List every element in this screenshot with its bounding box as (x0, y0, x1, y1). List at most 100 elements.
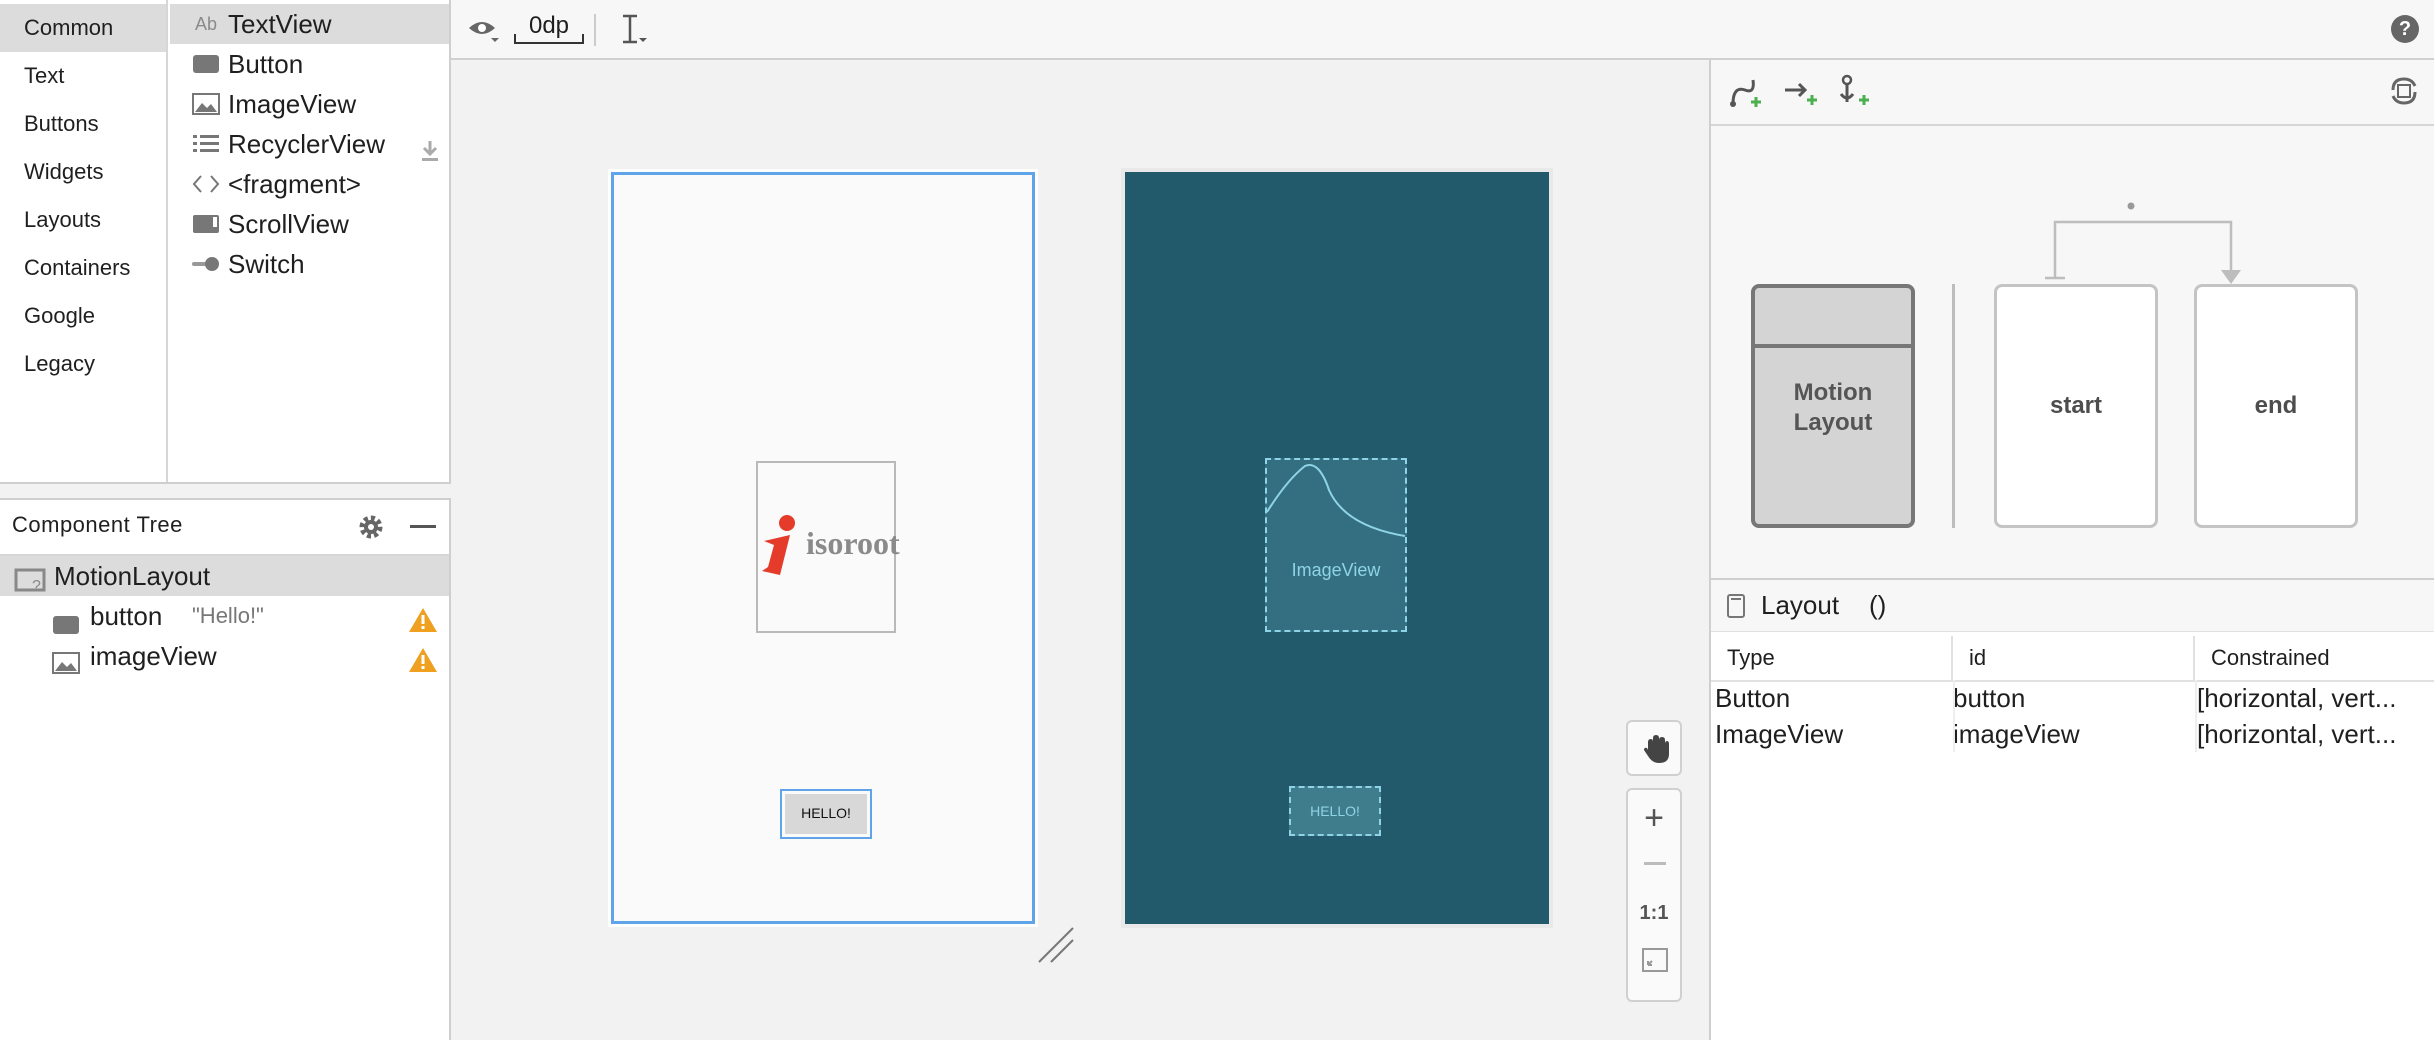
design-surface[interactable]: isoroot HELLO! (611, 172, 1035, 924)
tree-row-detail: "Hello!" (192, 603, 264, 628)
hello-button-blueprint[interactable]: HELLO! (1289, 786, 1381, 836)
column-divider (1953, 680, 1955, 752)
layout-list-panel: Layout () Type id Constrained Button but… (1711, 580, 2434, 1040)
zoom-to-fit-icon[interactable] (1642, 948, 1668, 977)
layout-list-header: Layout () (1711, 580, 2434, 632)
palette-item-button[interactable]: Button (170, 44, 449, 84)
component-tree-panel: Component Tree ? MotionLayout button "He… (0, 498, 451, 1040)
palette-item-recyclerview[interactable]: RecyclerView (170, 124, 449, 164)
column-header-id[interactable]: id (1953, 636, 2195, 680)
textview-icon: Ab (194, 14, 218, 34)
palette-item-label: <fragment> (228, 169, 361, 199)
cell-type: Button (1715, 683, 1791, 713)
layout-list-title-suffix: () (1869, 590, 1887, 620)
tree-row-button[interactable]: button "Hello!" (0, 596, 449, 636)
image-placeholder-icon (1267, 464, 1405, 537)
palette-item-label: Switch (228, 249, 305, 279)
zoom-controls: + 1:1 (1626, 788, 1682, 1002)
button-icon (190, 44, 222, 84)
column-header-constrained[interactable]: Constrained (2195, 636, 2434, 680)
toolbar-divider (594, 14, 596, 46)
cell-id: button (1953, 683, 2026, 713)
create-swipe-handler-icon[interactable] (1837, 74, 1873, 113)
imageview-design[interactable]: isoroot (756, 461, 900, 633)
tree-row-label: MotionLayout (54, 561, 211, 591)
minimize-icon[interactable] (410, 525, 436, 528)
code-brackets-icon (190, 164, 222, 204)
start-state-card[interactable]: start (1994, 284, 2158, 528)
tree-row-motionlayout[interactable]: ? MotionLayout (0, 556, 449, 596)
category-google[interactable]: Google (0, 292, 166, 340)
category-layouts[interactable]: Layouts (0, 196, 166, 244)
hello-button-label: HELLO! (785, 794, 867, 834)
default-margins-control[interactable]: 0dp (513, 12, 585, 46)
column-header-type[interactable]: Type (1711, 636, 1953, 680)
category-legacy[interactable]: Legacy (0, 340, 166, 388)
palette-item-fragment[interactable]: <fragment> (170, 164, 449, 204)
svg-text:?: ? (32, 578, 41, 593)
palette-item-label: ScrollView (228, 209, 349, 239)
tree-row-imageview[interactable]: imageView (0, 636, 449, 676)
pan-tool-button[interactable] (1626, 720, 1682, 776)
view-options-icon[interactable] (467, 16, 501, 49)
phone-layout-icon (1727, 594, 1745, 623)
cell-constrained: [horizontal, vert... (2197, 683, 2397, 713)
motionlayout-card[interactable]: Motion Layout (1751, 284, 1915, 528)
palette-item-textview[interactable]: Ab TextView (170, 4, 449, 44)
transition-arrow-icon[interactable] (2031, 200, 2281, 288)
zoom-actual-size[interactable]: 1:1 (1628, 902, 1680, 925)
motion-editor-toolbar (1711, 60, 2434, 126)
motionlayout-card-label: Motion Layout (1793, 379, 1873, 436)
design-canvas: isoroot HELLO! ImageView HELLO! + 1:1 (451, 60, 1711, 1040)
create-click-handler-icon[interactable] (1783, 78, 1819, 113)
list-icon (190, 124, 222, 164)
imageview-icon (190, 84, 222, 124)
card-separator (1952, 284, 1955, 528)
zoom-in-icon[interactable]: + (1628, 798, 1680, 838)
isoroot-logo-icon (762, 515, 795, 575)
palette-item-label: Button (228, 49, 304, 79)
logo-text: isoroot (806, 525, 900, 561)
imageview-icon (52, 645, 80, 685)
cycle-state-icon[interactable] (2387, 74, 2421, 113)
palette-item-scrollview[interactable]: ScrollView (170, 204, 449, 244)
tree-row-label: imageView (90, 641, 217, 671)
table-row[interactable]: ImageView imageView [horizontal, vert... (1711, 716, 2434, 752)
cell-type: ImageView (1715, 719, 1844, 749)
category-text[interactable]: Text (0, 52, 166, 100)
help-icon[interactable]: ? (2391, 15, 2419, 43)
end-state-card[interactable]: end (2194, 284, 2358, 528)
motion-editor-panel: Motion Layout start end (1711, 60, 2434, 580)
create-transition-icon[interactable] (1727, 76, 1763, 115)
gear-icon[interactable] (356, 512, 386, 547)
baseline-icon[interactable] (619, 14, 647, 51)
cell-constrained: [horizontal, vert... (2197, 719, 2397, 749)
table-row[interactable]: Button button [horizontal, vert... (1711, 680, 2434, 716)
imageview-blueprint[interactable]: ImageView (1265, 458, 1407, 632)
category-widgets[interactable]: Widgets (0, 148, 166, 196)
column-divider (2195, 680, 2197, 752)
resize-handle-icon[interactable] (1037, 926, 1075, 964)
cell-id: imageView (1953, 719, 2080, 749)
switch-icon (190, 244, 222, 284)
palette-item-switch[interactable]: Switch (170, 244, 449, 284)
blueprint-surface[interactable]: ImageView HELLO! (1125, 172, 1549, 924)
palette-item-label: RecyclerView (228, 129, 386, 159)
palette-item-label: ImageView (228, 89, 357, 119)
category-containers[interactable]: Containers (0, 244, 166, 292)
component-tree-header: Component Tree (0, 500, 449, 556)
layout-list-title: Layout (1761, 590, 1840, 620)
zoom-out-icon[interactable] (1644, 862, 1666, 865)
scrollview-icon (190, 204, 222, 244)
palette-categories: Common Text Buttons Widgets Layouts Cont… (0, 0, 168, 482)
palette-panel: Common Text Buttons Widgets Layouts Cont… (0, 0, 451, 484)
palette-item-label: TextView (228, 9, 332, 39)
palette-item-imageview[interactable]: ImageView (170, 84, 449, 124)
category-common[interactable]: Common (0, 4, 166, 52)
imageview-blueprint-label: ImageView (1291, 560, 1381, 580)
motionlayout-card-divider (1755, 344, 1911, 348)
hello-button-design[interactable]: HELLO! (780, 789, 872, 839)
category-buttons[interactable]: Buttons (0, 100, 166, 148)
warning-icon[interactable] (408, 644, 438, 684)
component-tree-title: Component Tree (12, 512, 183, 537)
